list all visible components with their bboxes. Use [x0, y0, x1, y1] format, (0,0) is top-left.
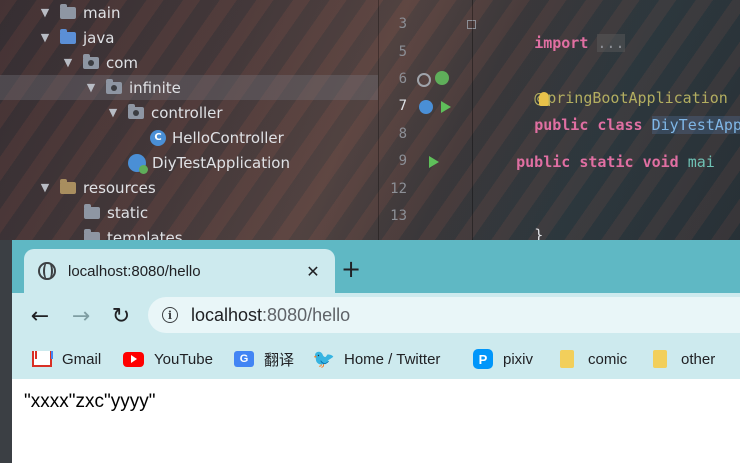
package-icon — [83, 53, 99, 69]
page-content: "xxxx"zxc"yyyy" — [12, 379, 740, 463]
line-number: 13 — [390, 208, 407, 224]
address-bar[interactable]: i localhost:8080/hello — [148, 297, 740, 333]
tree-item-main[interactable]: ▼ main — [0, 0, 378, 25]
youtube-icon — [123, 351, 144, 367]
folder-icon — [60, 3, 76, 19]
info-icon[interactable]: i — [162, 307, 178, 323]
tree-item-controller[interactable]: ▼ controller — [0, 100, 378, 125]
response-text: "xxxx"zxc"yyyy" — [24, 391, 156, 412]
folder-icon — [84, 228, 100, 240]
run-icon[interactable] — [441, 101, 451, 113]
new-tab-button[interactable]: + — [338, 256, 364, 282]
class-icon: C — [150, 129, 166, 146]
source-folder-icon — [60, 28, 76, 44]
search-icon[interactable] — [417, 73, 431, 87]
twitter-icon: 🐦 — [312, 348, 336, 369]
close-icon[interactable]: ✕ — [301, 262, 325, 281]
package-icon — [106, 78, 122, 94]
line-number: 3 — [398, 16, 407, 32]
google-translate-icon: G — [234, 351, 254, 367]
resources-folder-icon — [60, 178, 76, 194]
tree-item-templates[interactable]: templates — [0, 225, 378, 240]
tree-item-diytestapplication[interactable]: DiyTestApplication — [0, 150, 378, 175]
spring-app-icon — [128, 153, 148, 174]
bookmark-translate[interactable]: G 翻译 — [234, 342, 294, 376]
spring-app-icon[interactable] — [419, 100, 433, 114]
gmail-icon — [32, 351, 52, 367]
line-number: 8 — [398, 126, 407, 142]
spring-bean-icon[interactable] — [435, 71, 449, 85]
browser-toolbar: ← → ↻ i localhost:8080/hello Gmail YouTu… — [12, 293, 740, 379]
chevron-down-icon: ▼ — [40, 181, 50, 194]
forward-button[interactable]: → — [66, 301, 96, 331]
tree-item-com[interactable]: ▼ com — [0, 50, 378, 75]
folder-icon — [653, 350, 667, 368]
chevron-down-icon: ▼ — [108, 106, 118, 119]
project-tree: ▼ main ▼ java ▼ com ▼ infinite ▼ control… — [0, 0, 378, 240]
tree-item-static[interactable]: static — [0, 200, 378, 225]
bookmarks-bar: Gmail YouTube G 翻译 🐦 Home / Twitter P pi… — [12, 342, 740, 376]
bookmark-folder-comic[interactable]: comic — [560, 342, 627, 376]
line-number: 6 — [398, 71, 407, 87]
url-path: :8080/hello — [262, 304, 351, 325]
line-number: 5 — [398, 44, 407, 60]
bookmark-folder-other[interactable]: other — [653, 342, 715, 376]
back-button[interactable]: ← — [25, 301, 55, 331]
reload-button[interactable]: ↻ — [106, 301, 136, 331]
tab-localhost-hello[interactable]: localhost:8080/hello ✕ — [24, 249, 335, 293]
chevron-down-icon: ▼ — [40, 6, 50, 19]
ide-window: ▼ main ▼ java ▼ com ▼ infinite ▼ control… — [0, 0, 740, 240]
line-number: 7 — [398, 98, 407, 114]
editor-gutter: 3 5 6 7 8 9 12 13 — [378, 0, 476, 240]
bookmark-youtube[interactable]: YouTube — [123, 342, 213, 376]
tree-item-resources[interactable]: ▼ resources — [0, 175, 378, 200]
line-number: 12 — [390, 181, 407, 197]
bookmark-gmail[interactable]: Gmail — [32, 342, 101, 376]
globe-icon — [38, 262, 56, 280]
chevron-down-icon: ▼ — [86, 81, 96, 94]
arrow-right-icon: → — [71, 303, 91, 329]
bookmark-pixiv[interactable]: P pixiv — [473, 342, 533, 376]
tab-title: localhost:8080/hello — [68, 262, 201, 280]
chevron-down-icon: ▼ — [63, 56, 73, 69]
run-icon[interactable] — [429, 156, 439, 168]
browser-window: localhost:8080/hello ✕ + ← → ↻ i localho… — [12, 240, 740, 463]
line-number: 9 — [398, 153, 407, 169]
ide-left-edge — [0, 240, 12, 463]
url-host: localhost — [191, 304, 263, 325]
folder-icon — [560, 350, 574, 368]
tree-item-hellocontroller[interactable]: C HelloController — [0, 125, 378, 150]
reload-icon: ↻ — [111, 303, 131, 329]
tree-item-java[interactable]: ▼ java — [0, 25, 378, 50]
folder-icon — [84, 203, 100, 219]
package-icon — [128, 103, 144, 119]
bookmark-twitter[interactable]: 🐦 Home / Twitter — [312, 342, 441, 376]
pixiv-icon: P — [473, 349, 493, 369]
chevron-down-icon: ▼ — [40, 31, 50, 44]
code-editor[interactable]: import ... @pringBootApplication public … — [472, 0, 740, 240]
arrow-left-icon: ← — [30, 303, 50, 329]
tree-item-infinite[interactable]: ▼ infinite — [0, 75, 378, 100]
